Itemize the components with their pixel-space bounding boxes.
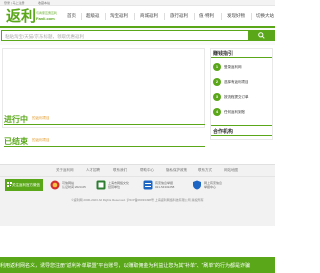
- report-icon: [143, 180, 153, 190]
- trust-badge[interactable]: 可信网站 认证时间:2023-05: [50, 179, 94, 193]
- logo-url: Fanli.com: [36, 16, 55, 21]
- nav-travel-rebate[interactable]: 旅行返利: [170, 13, 188, 19]
- step-text: 按流程提交订单: [224, 95, 249, 99]
- footer-link-help[interactable]: 帮助中心: [140, 168, 154, 173]
- badge-sub: 认证时间:2023-05: [62, 185, 86, 189]
- badge-sub: 举报中心: [204, 185, 217, 189]
- nav-discover[interactable]: 发现好物: [227, 13, 245, 19]
- copyright: ©返利网 2006-2023 All Rights Reserved. 沪ICP…: [71, 198, 204, 202]
- partners-title: 合作机构: [213, 129, 234, 135]
- sidebar-divider: [211, 135, 272, 136]
- ended-section-tag: 的返利项目: [32, 138, 50, 142]
- logo-mark: 返利: [6, 7, 37, 25]
- main-nav: 首页 超级返 淘宝返利 商城返利 旅行返利 值·特利 发现好物 切换大站: [61, 13, 275, 21]
- nav-divider: [105, 13, 106, 20]
- trust-badge[interactable]: 有害信息举报 021-54332258: [143, 179, 187, 193]
- nav-super-rebate[interactable]: 超级返: [86, 13, 100, 19]
- footer-links: 关于返利网 人才招聘 联系我们 帮助中心 隐私保护政策 联系方式 网站地图: [0, 168, 275, 174]
- section-divider: [4, 146, 205, 147]
- follow-wechat-button[interactable]: 关注返利官方微信: [5, 179, 43, 191]
- nav-divider: [221, 13, 222, 20]
- nav-divider: [134, 13, 135, 20]
- step-text: 登录返利网: [224, 65, 242, 69]
- nav-divider: [194, 13, 195, 20]
- search-icon: [258, 32, 265, 39]
- footer-link-sitemap[interactable]: 网站地图: [224, 168, 238, 173]
- search-input[interactable]: 粘贴淘宝/天猫/京东标题，领取优惠返利: [1, 30, 249, 41]
- guide-step: 2 选择有返利项目: [213, 77, 271, 87]
- nav-taobao-rebate[interactable]: 淘宝返利: [110, 13, 128, 19]
- top-bar: 登录 | 马上注册 收藏本站: [0, 0, 275, 6]
- logo-tagline: 与商家互惠互利: [36, 11, 58, 15]
- step-number: 4: [213, 108, 221, 116]
- police-emblem-icon: [50, 180, 60, 190]
- sidebar: 赚钱指引 1 登录返利网 2 选择有返利项目 3 按流程提交订单 4 任何返利到…: [210, 48, 273, 140]
- footer-divider: [0, 176, 275, 177]
- step-number: 1: [213, 63, 221, 71]
- search-placeholder: 粘贴淘宝/天猫/京东标题，领取优惠返利: [5, 34, 84, 39]
- nav-home[interactable]: 首页: [67, 13, 76, 19]
- footer-link-jobs[interactable]: 人才招聘: [86, 168, 100, 173]
- ongoing-section-tag: 的返利项目: [32, 116, 50, 120]
- nav-mall-rebate[interactable]: 商城返利: [140, 13, 158, 19]
- nav-divider: [164, 13, 165, 20]
- badge-sub: 经营单位: [108, 185, 121, 189]
- shield-icon: [193, 180, 201, 190]
- sidebar-divider: [211, 57, 272, 58]
- follow-label: 关注返利官方微信: [12, 183, 40, 187]
- login-link[interactable]: 登录 | 马上注册: [4, 1, 24, 5]
- sidebar-title: 赚钱指引: [213, 51, 234, 57]
- sidebar-divider: [211, 125, 272, 126]
- search-button[interactable]: [249, 30, 275, 41]
- footer: 关于返利网 人才招聘 联系我们 帮助中心 隐私保护政策 联系方式 网站地图 关注…: [0, 164, 275, 226]
- nav-divider: [251, 13, 252, 20]
- trust-badge[interactable]: 网上有害信息 举报中心: [192, 179, 254, 193]
- footer-link-contact-us[interactable]: 联系我们: [113, 168, 127, 173]
- step-text: 任何返利到账: [224, 110, 245, 114]
- step-number: 2: [213, 78, 221, 86]
- badge-sub: 021-54332258: [155, 185, 175, 189]
- nav-special-rebate[interactable]: 值·特利: [199, 13, 214, 19]
- favorite-link[interactable]: 收藏本站: [38, 1, 50, 5]
- guide-step: 1 登录返利网: [213, 62, 271, 72]
- nav-divider: [81, 13, 82, 20]
- nav-switch-site[interactable]: 切换大站: [256, 13, 274, 19]
- guide-step: 3 按流程提交订单: [213, 92, 271, 102]
- footer-link-about[interactable]: 关于返利网: [56, 168, 74, 173]
- step-number: 3: [213, 93, 221, 101]
- fraud-notice-bar: 利用返利网名义，诱导您注册“返利补单联盟”平台账号，以赚取佣金为利益让您为其“补…: [0, 257, 275, 273]
- step-text: 选择有返利项目: [224, 80, 249, 84]
- fraud-notice-text: 利用返利网名义，诱导您注册“返利补单联盟”平台账号，以赚取佣金为利益让您为其“补…: [0, 263, 250, 269]
- culture-license-icon: [96, 180, 106, 190]
- guide-step: 4 任何返利到账: [213, 107, 271, 117]
- footer-link-privacy[interactable]: 隐私保护政策: [166, 168, 187, 173]
- trust-badge[interactable]: 上海市网络文化 经营单位: [96, 179, 140, 193]
- section-divider: [4, 124, 205, 125]
- footer-link-contact[interactable]: 联系方式: [198, 168, 212, 173]
